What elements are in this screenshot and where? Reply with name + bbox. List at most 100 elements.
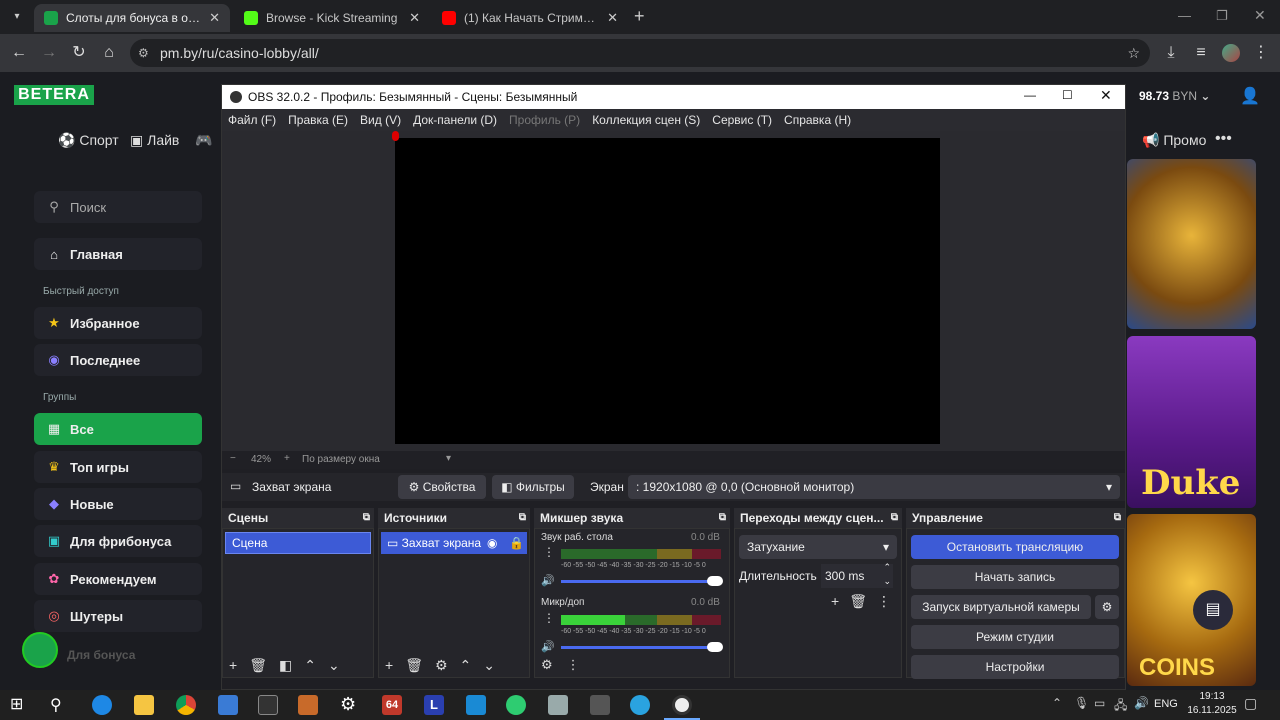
channel1-volume-slider[interactable] <box>561 580 721 583</box>
mic-icon[interactable]: 🎙 <box>1074 696 1089 710</box>
filter-icon[interactable]: ◧ <box>279 657 304 673</box>
clock[interactable]: 19:13 16.11.2025 <box>1186 690 1238 718</box>
nav-sport[interactable]: ⚽ Спорт <box>58 132 119 149</box>
add-icon[interactable]: + <box>229 657 249 673</box>
notifications-icon[interactable]: ▢ <box>1244 695 1257 712</box>
sidebar-item-favorites[interactable]: ★ Избранное <box>34 307 202 339</box>
chevron-down-icon[interactable]: ▾ <box>446 453 451 464</box>
menu-scene-collection[interactable]: Коллекция сцен (S) <box>592 113 700 127</box>
virtual-camera-button[interactable]: Запуск виртуальной камеры <box>911 595 1091 619</box>
calculator-icon[interactable] <box>590 695 610 715</box>
settings-gear-icon[interactable]: ⚙ <box>340 694 356 715</box>
speaker-icon[interactable]: 🔊 <box>541 574 555 587</box>
trash-icon[interactable]: 🗑 <box>849 593 877 609</box>
tab-search-icon[interactable]: ▾ <box>8 8 26 26</box>
preview-canvas[interactable] <box>395 138 940 444</box>
game-thumb-duke[interactable]: Duke <box>1127 336 1256 508</box>
sidebar-item-new[interactable]: ◆ Новые <box>34 488 202 520</box>
nav-promo[interactable]: 📢 Промо <box>1142 132 1206 149</box>
terminal-icon[interactable] <box>258 695 278 715</box>
tab-youtube[interactable]: (1) Как Начать Стримить на Ки ✕ <box>432 4 628 32</box>
sidebar-item-shooters[interactable]: ◎ Шутеры <box>34 600 202 632</box>
kebab-icon[interactable]: ⋮ <box>567 657 594 672</box>
forward-icon[interactable]: → <box>38 42 60 64</box>
properties-button[interactable]: ⚙ Свойства <box>398 475 486 499</box>
sidebar-item-top[interactable]: ♛ Топ игры <box>34 451 202 483</box>
sidebar-item-cut[interactable]: Для бонуса <box>67 648 135 662</box>
launcher-icon[interactable]: L <box>424 695 444 715</box>
trash-icon[interactable]: 🗑 <box>249 657 279 673</box>
trash-icon[interactable]: 🗑 <box>405 657 435 673</box>
close-icon[interactable]: ✕ <box>1100 87 1112 104</box>
scene-item[interactable]: Сцена <box>225 532 371 554</box>
tab-kick[interactable]: Browse - Kick Streaming ✕ <box>234 4 430 32</box>
media-icon[interactable]: ≡ <box>1190 42 1212 64</box>
channel2-volume-slider[interactable] <box>561 646 721 649</box>
duration-input[interactable]: 300 ms ⌃ ⌄ <box>821 562 893 588</box>
settings-button[interactable]: Настройки <box>911 655 1119 679</box>
stepper-icon[interactable]: ⌃ ⌄ <box>883 560 891 588</box>
site-info-icon[interactable]: ⚙ <box>138 39 149 67</box>
dock-undock-icon[interactable]: ⧉ <box>891 508 898 528</box>
dock-undock-icon[interactable]: ⧉ <box>719 508 726 528</box>
down-icon[interactable]: ⌄ <box>328 657 352 673</box>
reload-icon[interactable]: ↻ <box>68 42 90 64</box>
edge-icon[interactable] <box>92 695 112 715</box>
gamepad-icon[interactable]: 🎮 <box>195 132 212 149</box>
kebab-icon[interactable]: ⋮ <box>543 545 555 559</box>
dock-undock-icon[interactable]: ⧉ <box>519 508 526 528</box>
tray-chevron-icon[interactable]: ⌃ <box>1052 696 1062 710</box>
gear-icon[interactable]: ⚙ <box>541 657 567 672</box>
minimize-icon[interactable]: — <box>1024 88 1036 102</box>
more-icon[interactable]: ••• <box>1215 130 1232 148</box>
sidebar-item-freebonus[interactable]: ▣ Для фрибонуса <box>34 525 202 557</box>
up-icon[interactable]: ⌃ <box>460 657 484 673</box>
kebab-icon[interactable]: ⋮ <box>877 593 901 609</box>
zoom-out-icon[interactable]: − <box>230 453 236 464</box>
minimize-icon[interactable]: — <box>1178 8 1191 23</box>
battery-icon[interactable]: ▭ <box>1094 696 1105 710</box>
profile-avatar[interactable] <box>1222 44 1240 62</box>
utorrent-icon[interactable] <box>506 695 526 715</box>
dock-undock-icon[interactable]: ⧉ <box>363 508 370 528</box>
dock-undock-icon[interactable]: ⧉ <box>1114 508 1121 528</box>
chat-bubble-icon[interactable] <box>22 632 58 668</box>
sidebar-item-home[interactable]: ⌂ Главная <box>34 238 202 270</box>
sidebar-item-all[interactable]: ▦ Все <box>34 413 202 445</box>
menu-edit[interactable]: Правка (E) <box>288 113 348 127</box>
network-icon[interactable]: 🖧 <box>1114 696 1127 717</box>
address-bar[interactable]: ⚙ pm.by/ru/casino-lobby/all/ ☆ <box>130 39 1150 67</box>
menu-tools[interactable]: Сервис (T) <box>712 113 772 127</box>
close-window-icon[interactable]: ✕ <box>1254 7 1266 24</box>
game-thumb-coins[interactable]: COINS <box>1127 514 1256 686</box>
preview-area[interactable] <box>222 131 1125 451</box>
filters-button[interactable]: ◧ Фильтры <box>492 475 574 499</box>
menu-docks[interactable]: Док-панели (D) <box>413 113 497 127</box>
home-icon[interactable]: ⌂ <box>98 42 120 64</box>
close-tab-icon[interactable]: ✕ <box>607 10 618 26</box>
sidebar-item-recommended[interactable]: ✿ Рекомендуем <box>34 563 202 595</box>
menu-file[interactable]: Файл (F) <box>228 113 276 127</box>
user-icon[interactable]: 👤 <box>1240 86 1260 106</box>
vscode-icon[interactable] <box>466 695 486 715</box>
chrome-icon[interactable] <box>176 695 196 715</box>
transition-select[interactable]: Затухание ▾ <box>739 535 897 559</box>
app-icon[interactable] <box>298 695 318 715</box>
search-icon[interactable]: ⚲ <box>50 695 62 715</box>
app2-icon[interactable] <box>548 695 568 715</box>
fit-label[interactable]: По размеру окна <box>302 454 380 465</box>
down-icon[interactable]: ⌄ <box>483 657 507 673</box>
gear-icon[interactable]: ⚙ <box>435 657 460 673</box>
maximize-icon[interactable]: ☐ <box>1062 88 1073 102</box>
back-icon[interactable]: ← <box>8 42 30 64</box>
maximize-icon[interactable]: ❐ <box>1216 8 1228 24</box>
bookmark-star-icon[interactable]: ☆ <box>1127 39 1140 67</box>
menu-profile[interactable]: Профиль (P) <box>509 113 580 127</box>
menu-view[interactable]: Вид (V) <box>360 113 401 127</box>
download-icon[interactable]: ⤓ <box>1160 42 1182 64</box>
balance[interactable]: 98.73 BYN ⌄ <box>1139 89 1210 103</box>
up-icon[interactable]: ⌃ <box>304 657 328 673</box>
source-item[interactable]: ▭ Захват экрана ◉ 🔒 <box>381 532 527 554</box>
explorer-icon[interactable] <box>134 695 154 715</box>
nav-live[interactable]: ▣ Лайв <box>130 132 179 149</box>
